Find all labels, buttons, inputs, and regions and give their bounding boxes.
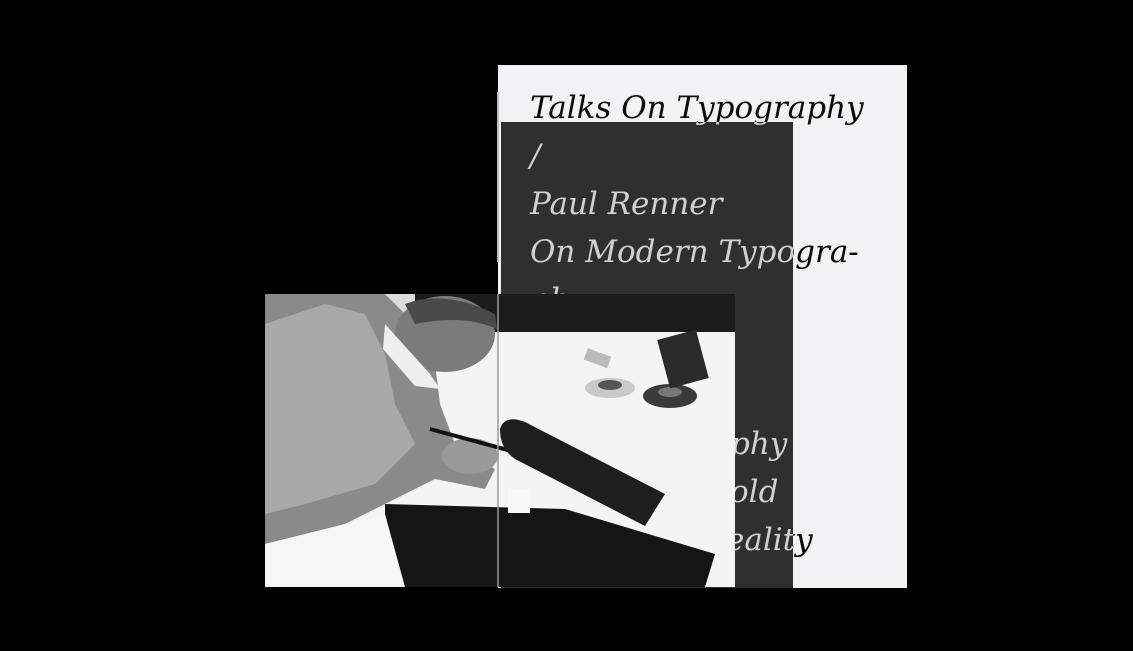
photo-illustration: [265, 294, 735, 587]
cover-title-line: Talks On Typography: [530, 90, 864, 126]
cover-separator: /: [530, 138, 541, 174]
sheet-fold-line: [497, 92, 499, 262]
cover-subtitle-line: On Modern Typogra-: [530, 234, 859, 270]
poster-composition: Talks On Typography / Paul Renner On Mod…: [0, 0, 1133, 651]
photo-renner-drawing: [265, 294, 735, 587]
cover-author: Paul Renner: [530, 186, 723, 222]
